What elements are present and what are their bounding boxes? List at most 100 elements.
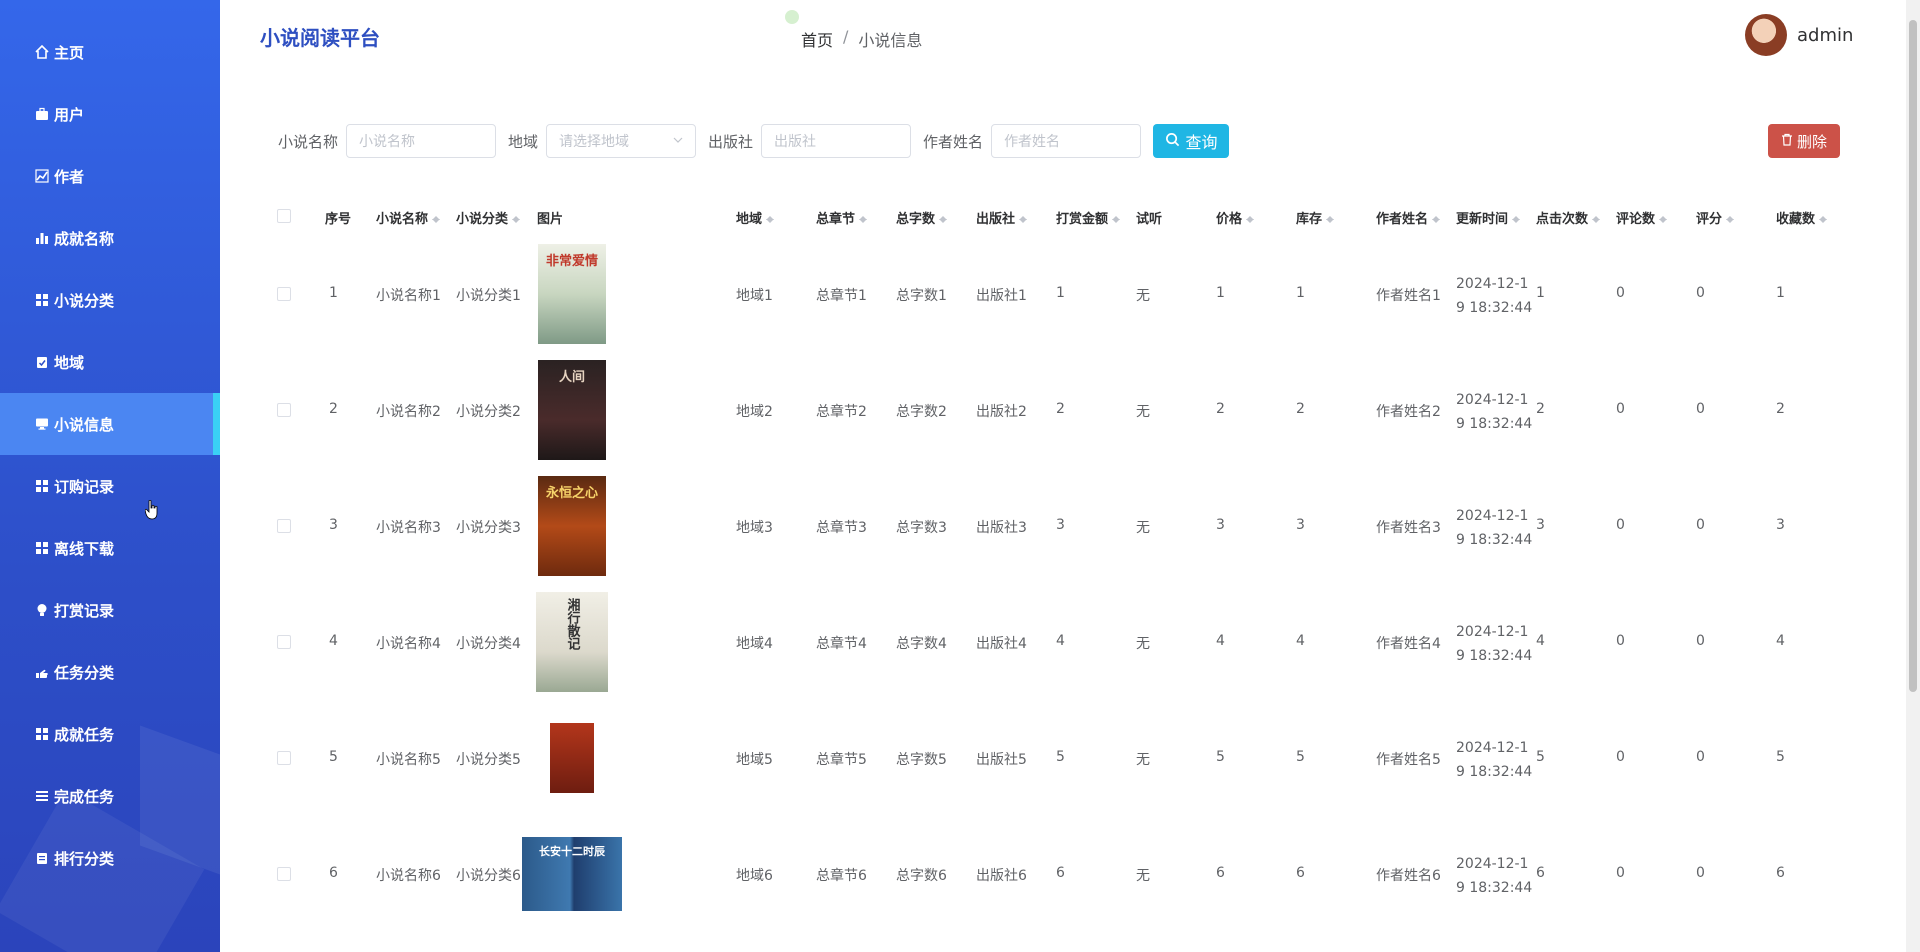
novel-name-input[interactable]: 小说名称	[346, 124, 497, 158]
table-cell-author: 作者姓名5	[1376, 752, 1441, 768]
book-cover-image[interactable]: 非常爱情	[538, 244, 606, 344]
column-header[interactable]: 库存	[1296, 208, 1335, 227]
publisher-label: 出版社	[708, 132, 754, 151]
row-checkbox[interactable]	[277, 287, 291, 301]
sidebar-item[interactable]: 地域	[0, 331, 220, 393]
sort-caret-icon[interactable]	[859, 212, 868, 224]
table-cell-price: 4	[1216, 633, 1225, 649]
column-header[interactable]: 总字数	[896, 208, 948, 227]
sidebar-item[interactable]: 订购记录	[0, 455, 220, 517]
sort-caret-icon[interactable]	[1592, 212, 1601, 224]
column-header[interactable]: 作者姓名	[1376, 208, 1441, 227]
sort-caret-icon[interactable]	[939, 212, 948, 224]
select-all-checkbox[interactable]	[277, 209, 291, 223]
table-cell-words: 总字数2	[896, 404, 947, 420]
row-checkbox[interactable]	[277, 519, 291, 533]
sidebar-item[interactable]: 主页	[0, 21, 220, 83]
book-cover-image[interactable]: 长安十二时辰	[522, 837, 622, 911]
update-time-line: 9 18:32:44	[1456, 880, 1533, 896]
column-header[interactable]: 出版社	[976, 208, 1028, 227]
row-checkbox[interactable]	[277, 403, 291, 417]
table-cell-words: 总字数3	[896, 520, 947, 536]
sort-caret-icon[interactable]	[1112, 212, 1121, 224]
sort-caret-icon[interactable]	[1019, 212, 1028, 224]
table-cell-author: 作者姓名1	[1376, 288, 1441, 304]
sort-caret-icon[interactable]	[1512, 212, 1521, 224]
table-cell-score: 0	[1696, 749, 1705, 765]
column-header-label: 评分	[1696, 212, 1723, 227]
breadcrumb-separator: /	[843, 27, 849, 46]
column-header[interactable]: 打赏金额	[1056, 208, 1121, 227]
publisher-input[interactable]: 出版社	[761, 124, 912, 158]
sidebar-item[interactable]: 用户	[0, 83, 220, 145]
sidebar-item[interactable]: 小说分类	[0, 269, 220, 331]
cover-cell: 长安十二时辰	[522, 837, 622, 911]
sort-caret-icon[interactable]	[766, 212, 775, 224]
trash-icon	[1781, 132, 1793, 150]
column-header-label: 图片	[537, 212, 564, 227]
book-cover-image[interactable]	[550, 723, 594, 793]
sidebar-item[interactable]: 任务分类	[0, 641, 220, 703]
row-checkbox[interactable]	[277, 751, 291, 765]
update-time-line: 2024-12-1	[1456, 624, 1529, 640]
table-cell-no: 5	[329, 749, 338, 765]
column-header[interactable]: 总章节	[816, 208, 868, 227]
table-cell-publisher: 出版社4	[976, 636, 1027, 652]
book-cover-image[interactable]: 人间	[538, 360, 606, 460]
table-cell-comments: 0	[1616, 749, 1625, 765]
sidebar-item[interactable]: 离线下载	[0, 517, 220, 579]
sort-caret-icon[interactable]	[432, 212, 441, 224]
breadcrumb-home[interactable]: 首页	[801, 27, 833, 51]
column-header-label: 打赏金额	[1056, 212, 1109, 227]
book-cover-title: 湘行散记	[564, 598, 580, 650]
region-select[interactable]: 请选择地域	[546, 124, 697, 158]
sort-caret-icon[interactable]	[1819, 212, 1828, 224]
user-menu[interactable]: admin	[1745, 14, 1853, 56]
column-header-label: 地域	[736, 212, 763, 227]
sidebar-item[interactable]: 打赏记录	[0, 579, 220, 641]
sidebar-item[interactable]: 排行分类	[0, 827, 220, 889]
cover-cell: 永恒之心	[538, 476, 606, 576]
column-header[interactable]: 评论数	[1616, 208, 1668, 227]
column-header[interactable]: 小说名称	[376, 208, 441, 227]
table-cell-reward: 5	[1056, 749, 1065, 765]
query-button[interactable]: 查询	[1153, 124, 1230, 158]
column-header[interactable]: 评分	[1696, 208, 1735, 227]
sidebar-item[interactable]: 完成任务	[0, 765, 220, 827]
update-time-cell: 2024-12-1 9 18:32:44	[1456, 388, 1532, 436]
delete-button[interactable]: 删除	[1768, 124, 1840, 158]
sort-caret-icon[interactable]	[1326, 212, 1335, 224]
row-checkbox[interactable]	[277, 867, 291, 881]
sidebar-item[interactable]: 成就名称	[0, 207, 220, 269]
sidebar: 主页 用户 作者 成就名称 小说分类 地域 小说信息 订购记录 离线下载 打赏记录 任务分类 成就任务…	[0, 0, 220, 952]
table-cell-category: 小说分类6	[456, 868, 521, 884]
sort-caret-icon[interactable]	[1659, 212, 1668, 224]
region-select-placeholder: 请选择地域	[559, 134, 630, 150]
column-header[interactable]: 价格	[1216, 208, 1255, 227]
book-cover-image[interactable]: 永恒之心	[538, 476, 606, 576]
row-checkbox-cell	[277, 519, 291, 533]
sidebar-item[interactable]: 成就任务	[0, 703, 220, 765]
author-input[interactable]: 作者姓名	[991, 124, 1142, 158]
page-scrollbar[interactable]	[1906, 0, 1920, 952]
row-checkbox[interactable]	[277, 635, 291, 649]
column-header-label: 点击次数	[1536, 212, 1589, 227]
table-cell-price: 6	[1216, 865, 1225, 881]
column-header[interactable]: 更新时间	[1456, 208, 1521, 227]
sort-caret-icon[interactable]	[1726, 212, 1735, 224]
column-header[interactable]: 地域	[736, 208, 775, 227]
avatar[interactable]	[1745, 14, 1787, 56]
book-cover-image[interactable]: 湘行散记	[536, 592, 608, 692]
sidebar-item[interactable]: 作者	[0, 145, 220, 207]
sort-caret-icon[interactable]	[1432, 212, 1441, 224]
sidebar-item[interactable]: 小说信息	[0, 393, 220, 455]
column-header[interactable]: 收藏数	[1776, 208, 1828, 227]
column-header-label: 总章节	[816, 212, 856, 227]
scrollbar-thumb[interactable]	[1909, 20, 1917, 692]
sort-caret-icon[interactable]	[1246, 212, 1255, 224]
column-header[interactable]: 点击次数	[1536, 208, 1601, 227]
username[interactable]: admin	[1797, 25, 1853, 46]
sort-caret-icon[interactable]	[512, 212, 521, 224]
update-time-line: 2024-12-1	[1456, 392, 1529, 408]
column-header[interactable]: 小说分类	[456, 208, 521, 227]
